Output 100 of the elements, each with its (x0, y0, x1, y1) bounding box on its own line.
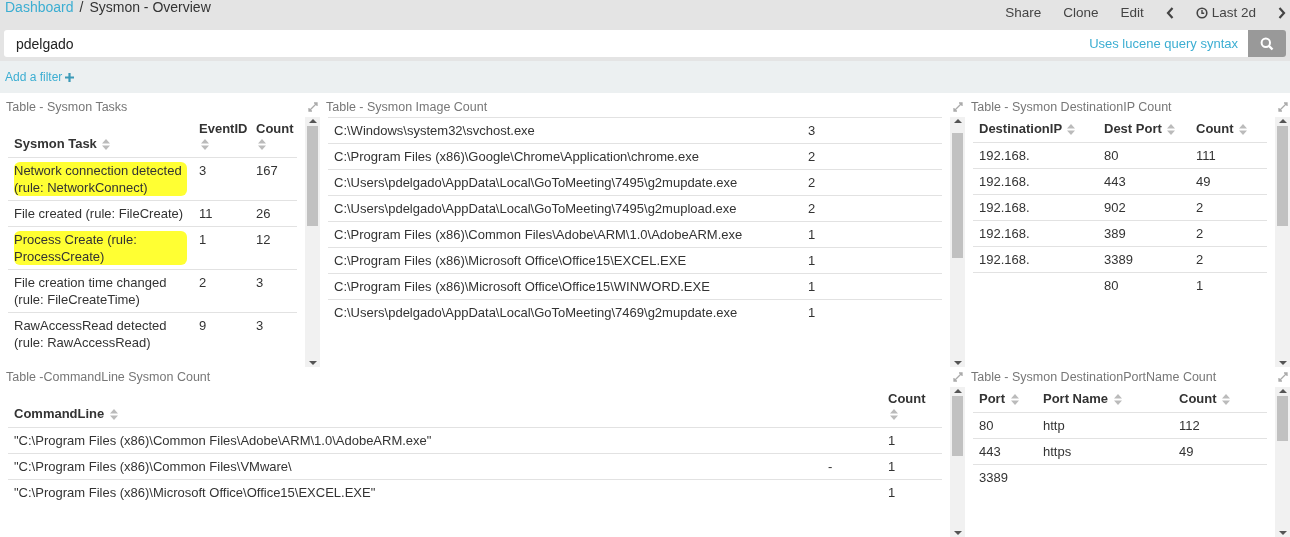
table-cell: 1 (888, 458, 896, 475)
scroll-down-icon[interactable] (1278, 359, 1287, 367)
sort-icon[interactable] (109, 409, 118, 421)
expand-icon[interactable] (1278, 372, 1288, 382)
column-header[interactable]: Port (979, 391, 1005, 406)
table-cell: 3389 (979, 469, 1008, 486)
table-cell: 49 (1196, 173, 1211, 190)
chevron-left-icon[interactable] (1165, 6, 1174, 19)
scrollbar[interactable] (950, 117, 965, 367)
table-cell: C:\Users\pdelgado\AppData\Local\GoToMeeting\7495\g2mupload.exe (334, 200, 737, 217)
table-cell: 3 (808, 122, 816, 139)
column-header[interactable]: Count (1179, 391, 1217, 406)
menu-link[interactable]: Clone (1063, 5, 1099, 20)
table-cell-text: File creation time changed (rule: FileCreateTime) (14, 274, 168, 308)
table-cell: C:\Program Files (x86)\Google\Chrome\Application\chrome.exe (334, 148, 699, 165)
sort-icon[interactable] (102, 139, 111, 151)
sort-icon[interactable] (258, 139, 266, 151)
scrollbar[interactable] (305, 117, 320, 367)
clock-icon (1195, 6, 1208, 19)
table-cell: 112 (1179, 417, 1200, 434)
table-cell: C:\Users\pdelgado\AppData\Local\GoToMeeting\7495\g2mupdate.exe (334, 174, 738, 191)
table-cell: 192.168. (979, 147, 1030, 164)
column-header[interactable]: Count (256, 121, 294, 136)
table-cell: https (1043, 443, 1072, 460)
table-cell: "C:\Program Files (x86)\Common Files\VMware\ (14, 458, 292, 475)
scrollbar-thumb[interactable] (952, 133, 963, 259)
table-cell: 443 (979, 443, 1001, 460)
sort-icon[interactable] (890, 409, 898, 421)
scrollbar-thumb[interactable] (1277, 125, 1288, 226)
table-cell: "C:\Program Files (x86)\Microsoft Office\Office15\EXCEL.EXE" (14, 484, 376, 501)
sort-icon[interactable] (1222, 394, 1231, 406)
table-cell: 192.168. (979, 225, 1030, 242)
table-cell: 1 (199, 231, 207, 248)
table-cell: 2 (808, 200, 816, 217)
table-cell: File created (rule: FileCreate) (14, 205, 184, 222)
sort-icon[interactable] (1239, 124, 1248, 136)
expand-icon[interactable] (953, 102, 963, 112)
table-cell: Network connection detected (rule: NetworkConnect) (14, 162, 187, 196)
table-cell: 80 (979, 417, 994, 434)
breadcrumb-current: Sysmon - Overview (89, 0, 211, 14)
table-cell: 1 (808, 226, 816, 243)
table-cell: 3389 (1104, 251, 1133, 268)
column-header[interactable]: CommandLine (14, 406, 105, 421)
search-button[interactable] (1248, 30, 1286, 57)
panel-title: Table - Sysmon DestinationPortName Count (971, 370, 1217, 384)
table-cell: 26 (256, 205, 271, 222)
column-header[interactable]: EventID (199, 121, 248, 136)
sort-icon[interactable] (201, 139, 209, 151)
table-cell: 3 (256, 274, 264, 291)
table-cell: 1 (808, 252, 816, 269)
table-cell: 9 (199, 317, 207, 334)
table-cell: 3 (199, 162, 207, 179)
sort-icon[interactable] (1113, 394, 1122, 406)
column-header[interactable]: DestinationIP (979, 121, 1062, 136)
table-cell: 2 (199, 274, 207, 291)
sort-icon[interactable] (1167, 124, 1176, 136)
search-field[interactable]: pdelgado Uses lucene query syntax (4, 30, 1248, 57)
table-cell: 2 (1196, 251, 1204, 268)
table-cell: 49 (1179, 443, 1194, 460)
scroll-down-icon[interactable] (308, 359, 317, 367)
scroll-down-icon[interactable] (953, 359, 962, 367)
sort-icon[interactable] (1010, 394, 1019, 406)
scrollbar-thumb[interactable] (307, 125, 318, 226)
column-header[interactable]: Dest Port (1104, 121, 1162, 136)
sort-icon[interactable] (1067, 124, 1076, 136)
column-header[interactable]: Count (1196, 121, 1234, 136)
scroll-down-icon[interactable] (1278, 529, 1287, 537)
table-cell: "C:\Program Files (x86)\Common Files\Adobe\ARM\1.0\AdobeARM.exe" (14, 432, 432, 449)
table-cell: 1 (808, 278, 816, 295)
table-cell: 3 (256, 317, 264, 334)
scrollbar[interactable] (1275, 387, 1290, 537)
panel-title: Table - Sysmon DestinationIP Count (971, 100, 1172, 114)
scroll-down-icon[interactable] (953, 529, 962, 537)
table-cell: 192.168. (979, 251, 1030, 268)
menu-link[interactable]: Edit (1120, 5, 1144, 20)
column-header[interactable]: Port Name (1043, 391, 1109, 406)
table-cell: C:\Program Files (x86)\Common Files\Adobe\ARM\1.0\AdobeARM.exe (334, 226, 743, 243)
table-cell: 902 (1104, 199, 1126, 216)
column-header[interactable]: Count (888, 391, 926, 406)
table-cell: 2 (1196, 199, 1204, 216)
expand-icon[interactable] (1278, 102, 1288, 112)
scroll-up-icon[interactable] (953, 117, 962, 125)
table-cell: 167 (256, 162, 278, 179)
table-cell: 192.168. (979, 173, 1030, 190)
table-cell: 12 (256, 231, 271, 248)
table-cell: 192.168. (979, 199, 1030, 216)
expand-icon[interactable] (308, 102, 318, 112)
table-cell: 1 (1196, 277, 1204, 294)
scrollbar[interactable] (950, 387, 965, 537)
table-cell: 2 (1196, 225, 1204, 242)
time-range-label[interactable]: Last 2d (1211, 5, 1256, 20)
scrollbar-thumb[interactable] (1277, 395, 1288, 441)
expand-icon[interactable] (953, 372, 963, 382)
column-header[interactable]: Sysmon Task (14, 136, 97, 151)
scrollbar[interactable] (1275, 117, 1290, 367)
plus-icon[interactable] (65, 72, 75, 82)
scrollbar-thumb[interactable] (952, 395, 963, 456)
table-cell: - (828, 458, 833, 475)
chevron-right-icon[interactable] (1278, 6, 1286, 19)
menu-link[interactable]: Share (1005, 5, 1042, 20)
